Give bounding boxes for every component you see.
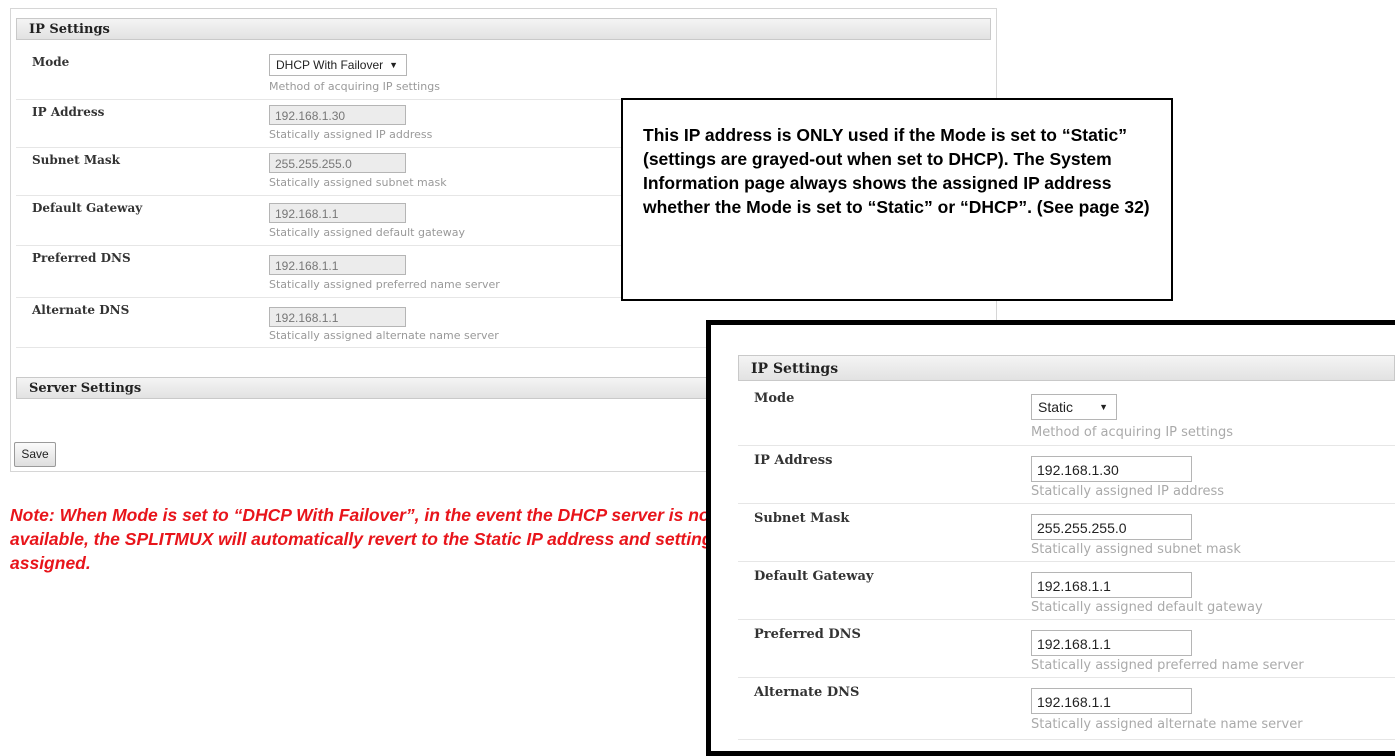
default-gateway-input[interactable]: 192.168.1.1 [269,203,406,223]
subnet-mask-input-static[interactable]: 255.255.255.0 [1031,514,1192,540]
ip-settings-header: IP Settings [16,18,991,40]
subnet-mask-row-static: Subnet Mask 255.255.255.0 Statically ass… [738,503,1395,562]
ip-address-row-static: IP Address 192.168.1.30 Statically assig… [738,445,1395,504]
alternate-dns-label-static: Alternate DNS [754,685,860,700]
mode-hint-static: Method of acquiring IP settings [1031,425,1233,440]
ip-address-input-static[interactable]: 192.168.1.30 [1031,456,1192,482]
ip-address-label: IP Address [32,105,105,119]
preferred-dns-row-static: Preferred DNS 192.168.1.1 Statically ass… [738,619,1395,678]
mode-label: Mode [32,55,70,69]
callout-box: This IP address is ONLY used if the Mode… [621,98,1173,301]
ip-settings-panel-static: IP Settings Mode Static ▼ Method of acqu… [706,320,1395,756]
subnet-mask-hint-static: Statically assigned subnet mask [1031,542,1241,557]
mode-select-static[interactable]: Static ▼ [1031,394,1117,420]
caret-down-icon: ▼ [389,60,398,70]
preferred-dns-label: Preferred DNS [32,251,131,265]
subnet-mask-label-static: Subnet Mask [754,511,850,526]
ip-address-input[interactable]: 192.168.1.30 [269,105,406,125]
mode-label-static: Mode [754,391,795,406]
subnet-mask-input[interactable]: 255.255.255.0 [269,153,406,173]
preferred-dns-hint: Statically assigned preferred name serve… [269,278,500,291]
mode-select-value-static: Static [1038,399,1074,415]
alternate-dns-input[interactable]: 192.168.1.1 [269,307,406,327]
default-gateway-label: Default Gateway [32,201,143,215]
ip-address-hint: Statically assigned IP address [269,128,433,141]
default-gateway-hint-static: Statically assigned default gateway [1031,600,1263,615]
default-gateway-input-static[interactable]: 192.168.1.1 [1031,572,1192,598]
ip-address-hint-static: Statically assigned IP address [1031,484,1225,499]
failover-note: Note: When Mode is set to “DHCP With Fai… [10,503,730,575]
note-text: Note: When Mode is set to “DHCP With Fai… [10,505,723,573]
mode-hint: Method of acquiring IP settings [269,80,440,93]
preferred-dns-label-static: Preferred DNS [754,627,861,642]
alternate-dns-hint: Statically assigned alternate name serve… [269,329,499,342]
mode-row-static: Mode Static ▼ Method of acquiring IP set… [738,383,1395,446]
mode-select-value: DHCP With Failover [276,58,384,72]
subnet-mask-hint: Statically assigned subnet mask [269,176,447,189]
mode-row: Mode DHCP With Failover ▼ Method of acqu… [16,49,991,100]
default-gateway-hint: Statically assigned default gateway [269,226,466,239]
preferred-dns-input[interactable]: 192.168.1.1 [269,255,406,275]
ip-settings-header-static: IP Settings [738,355,1395,381]
preferred-dns-hint-static: Statically assigned preferred name serve… [1031,658,1304,673]
preferred-dns-input-static[interactable]: 192.168.1.1 [1031,630,1192,656]
caret-down-icon: ▼ [1099,402,1108,412]
mode-select[interactable]: DHCP With Failover ▼ [269,54,407,76]
alternate-dns-hint-static: Statically assigned alternate name serve… [1031,717,1303,732]
callout-text: This IP address is ONLY used if the Mode… [643,125,1150,217]
save-button[interactable]: Save [14,442,56,467]
subnet-mask-label: Subnet Mask [32,153,120,167]
alternate-dns-row-static: Alternate DNS 192.168.1.1 Statically ass… [738,677,1395,740]
default-gateway-row-static: Default Gateway 192.168.1.1 Statically a… [738,561,1395,620]
alternate-dns-label: Alternate DNS [32,303,130,317]
ip-address-label-static: IP Address [754,453,833,468]
default-gateway-label-static: Default Gateway [754,569,874,584]
alternate-dns-input-static[interactable]: 192.168.1.1 [1031,688,1192,714]
